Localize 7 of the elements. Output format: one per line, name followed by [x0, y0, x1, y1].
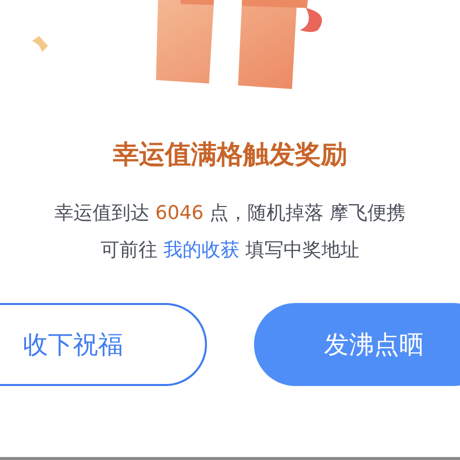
address-hint: 可前往 我的收获 填写中奖地址	[100, 238, 360, 263]
share-button[interactable]: 发沸点晒	[254, 303, 460, 386]
reward-message: 幸运值到达 6046 点，随机掉落 摩飞便携	[54, 201, 406, 226]
my-harvest-link[interactable]: 我的收获	[164, 239, 240, 261]
confetti-icon	[32, 36, 48, 52]
accept-button[interactable]: 收下祝福	[0, 303, 207, 386]
reward-title: 幸运值满格触发奖励	[113, 139, 347, 172]
